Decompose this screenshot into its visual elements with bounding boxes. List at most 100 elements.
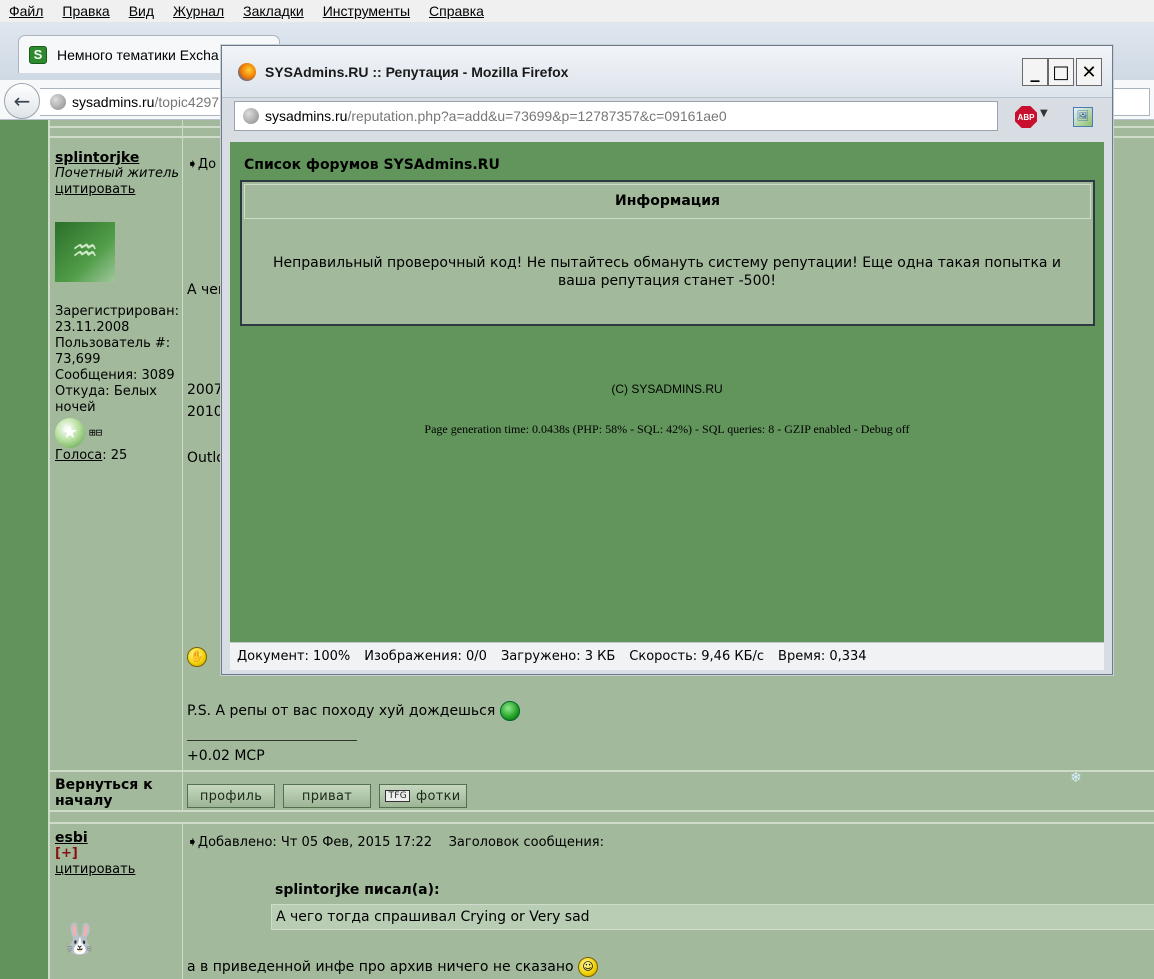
menubar: Файл Правка Вид Журнал Закладки Инструме… [0,0,1154,22]
post1-signature: +0.02 МСР [187,748,265,764]
status-loaded: Загружено: 3 КБ [500,649,616,664]
status-time: Время: 0,334 [778,649,867,664]
post2-date: Добавлено: Чт 05 Фев, 2015 17:22 [197,835,433,850]
snowflake-icon: ❄ [1070,770,1082,786]
post2-avatar-bunny-icon: 🐰 [61,922,99,957]
back-arrow-icon: ← [13,89,31,113]
post1-quote-link[interactable]: цитировать [55,182,179,198]
post1-text-a: А чег [187,282,226,298]
arrow-icon: ➧ [187,835,198,850]
url-host: sysadmins.ru [72,94,155,110]
frog-icon: ♒ [71,234,99,269]
angry-smiley-icon [499,701,520,721]
post2-reply: а в приведенной инфе про архив ничего не… [187,956,598,978]
post2-quote-link[interactable]: цитировать [55,862,135,878]
column-divider [182,822,183,979]
post1-text-outl: Outlo [187,450,225,466]
plus-minus-icon[interactable]: ⊞⊟ [89,425,102,441]
private-message-button[interactable]: приват [283,784,371,808]
popup-url-bar[interactable]: sysadmins.ru/reputation.php?a=add&u=7369… [234,101,998,131]
adblock-plus-icon[interactable]: ABP [1015,106,1037,128]
menu-file[interactable]: Файл [9,3,43,19]
popup-page-content: Список форумов SYSAdmins.RU Информация Н… [230,142,1104,642]
post1-user-num-label: Пользователь #: [55,336,171,351]
post2-username[interactable]: esbi [55,830,135,846]
menu-bookmarks[interactable]: Закладки [243,3,304,19]
profile-button[interactable]: профиль [187,784,275,808]
status-speed: Скорость: 9,46 КБ/с [629,649,765,664]
globe-icon [50,94,66,110]
back-button[interactable]: ← [4,83,40,119]
tab-title: Немного тематики Excha [57,46,219,63]
post1-registered-date: 23.11.2008 [55,320,130,335]
globe-icon [243,108,259,124]
post2-plus-link[interactable]: [+] [55,846,135,862]
smile-icon: ☺ [578,957,598,977]
menu-view[interactable]: Вид [129,3,154,19]
info-box: Информация Неправильный проверочный код!… [240,180,1095,326]
sysadmins-favicon-icon: S [29,45,47,64]
divider [50,822,1154,824]
post2-quote-box: А чего тогда спрашивал Crying or Very sa… [271,904,1154,930]
page-generation-time: Page generation time: 0.0438s (PHP: 58% … [424,422,910,436]
photos-button[interactable]: TFG фотки [379,784,467,808]
post1-smiley: ✋ [187,646,207,668]
post1-registered-label: Зарегистрирован: [55,304,179,319]
photos-label: фотки [416,788,461,804]
popup-url-path: /reputation.php?a=add&u=73699&p=12787357… [347,108,727,124]
post2-quote-author: splintorjke писал(а): [275,882,440,898]
post1-votes-link[interactable]: Голоса [55,448,102,463]
column-divider [182,120,183,810]
firefox-icon [238,63,256,81]
post1-ps-text: P.S. А репы от вас походу хуй дождешься [187,703,496,719]
forums-list-title[interactable]: Список форумов SYSAdmins.RU [244,157,500,173]
post1-from-value: ночей [55,400,96,415]
tfg-icon: TFG [385,790,411,802]
menu-edit[interactable]: Правка [62,3,109,19]
post2-reply-text: а в приведенной инфе про архив ничего не… [187,959,574,975]
reputation-popup-window: SYSAdmins.RU :: Репутация - Mozilla Fire… [221,45,1113,675]
rank-star-icon: ★ [55,418,85,448]
close-button[interactable]: ✕ [1076,58,1102,86]
post2-header: ➧Добавлено: Чт 05 Фев, 2015 17:22 Заголо… [187,832,604,854]
divider [50,770,1154,772]
post1-user-title: Почетный житель [55,166,180,181]
chevron-down-icon[interactable]: ▼ [1040,108,1048,119]
post1-user-info: splintorjke Почетный житель цитировать ♒… [55,150,179,464]
image-tool-icon[interactable]: 🖼 [1073,107,1093,127]
post1-text-2007: 2007 [187,382,223,398]
post2-user-info: esbi [+] цитировать [55,830,135,878]
post1-text-2010: 2010 [187,404,223,420]
menu-tools[interactable]: Инструменты [323,3,410,19]
post1-votes-value: : 25 [102,448,128,463]
divider [50,810,1154,812]
popup-titlebar[interactable]: SYSAdmins.RU :: Репутация - Mozilla Fire… [222,46,1112,98]
post1-messages: Сообщения: 3089 [55,368,175,383]
back-to-top-line1: Вернуться к [55,777,153,793]
facepalm-smiley-icon: ✋ [187,647,207,667]
info-message: Неправильный проверочный код! Не пытайте… [272,255,1062,289]
popup-status-bar: Документ: 100% Изображения: 0/0 Загружен… [230,642,1104,670]
minimize-button[interactable]: _ [1022,58,1048,86]
left-margin [0,120,48,979]
post1-user-num: 73,699 [55,352,101,367]
menu-history[interactable]: Журнал [173,3,224,19]
copyright: (C) SYSADMINS.RU [611,382,723,396]
post1-username[interactable]: splintorjke [55,150,179,166]
post2-quote-text: А чего тогда спрашивал Crying or Very sa… [276,909,590,925]
url-path: /topic4297 [154,94,220,110]
post1-ps: P.S. А репы от вас походу хуй дождешься [187,700,520,722]
popup-url-host: sysadmins.ru [265,108,348,124]
arrow-icon: ➧ [187,157,198,172]
signature-line [187,740,357,741]
back-to-top-line2: началу [55,793,113,809]
status-document: Документ: 100% [237,649,351,664]
post1-header: ➧До [187,154,216,176]
maximize-button[interactable]: □ [1048,58,1074,86]
menu-help[interactable]: Справка [429,3,484,19]
status-images: Изображения: 0/0 [364,649,487,664]
back-to-top[interactable]: Вернуться к началу [55,777,153,809]
post2-subject-label: Заголовок сообщения: [448,835,604,850]
info-header: Информация [244,184,1091,219]
post1-header-text: До [197,157,217,172]
